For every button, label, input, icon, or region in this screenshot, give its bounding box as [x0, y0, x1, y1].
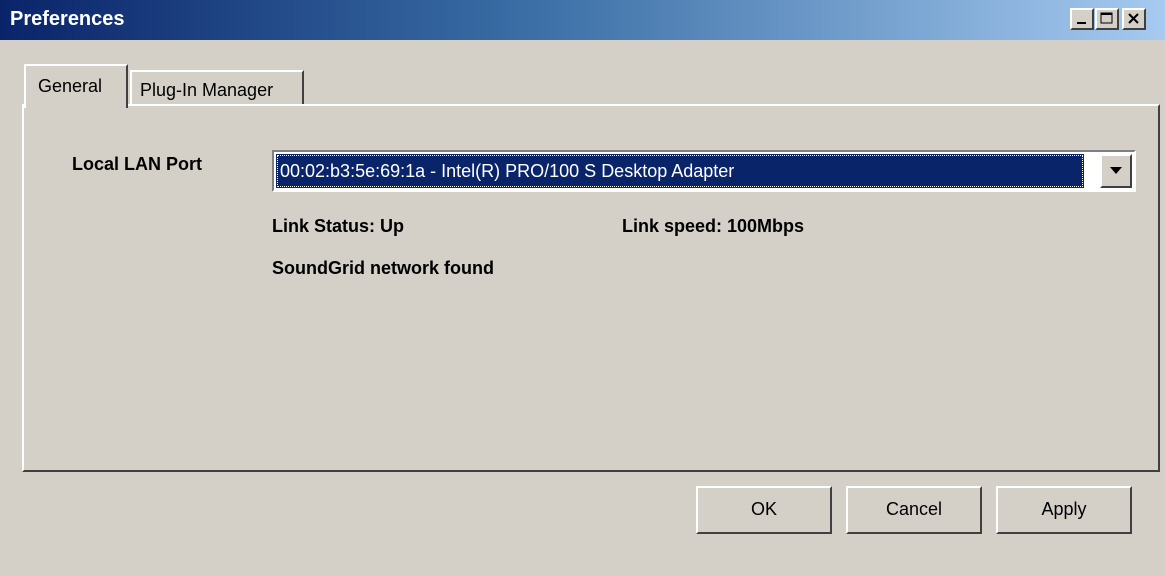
network-status: SoundGrid network found: [272, 258, 494, 278]
minimize-button[interactable]: [1070, 8, 1094, 30]
lan-port-label: Local LAN Port: [72, 154, 203, 174]
window-title: Preferences: [10, 8, 125, 30]
chevron-down-icon: [1110, 167, 1122, 174]
link-speed: Link speed: 100Mbps: [622, 216, 805, 236]
lan-port-select[interactable]: 00:02:b3:5e:69:1a - Intel(R) PRO/100 S D…: [272, 150, 1136, 192]
tab-general[interactable]: General: [24, 64, 128, 108]
lan-port-dropdown-button[interactable]: [1100, 154, 1132, 188]
general-panel: Local LAN Port 00:02:b3:5e:69:1a - Intel…: [22, 104, 1160, 472]
close-button[interactable]: [1122, 8, 1146, 30]
cancel-button[interactable]: Cancel: [846, 486, 982, 534]
maximize-icon: [1100, 12, 1113, 24]
apply-button[interactable]: Apply: [996, 486, 1132, 534]
close-icon: [1128, 13, 1139, 24]
tab-general-label: General: [38, 76, 103, 96]
tab-plugin-manager-label: Plug-In Manager: [140, 80, 274, 100]
tab-plugin-manager[interactable]: Plug-In Manager: [130, 70, 304, 106]
preferences-window: Preferences General Plug-In Manager Loca…: [0, 0, 1165, 576]
minimize-icon: [1077, 22, 1086, 24]
ok-button[interactable]: OK: [696, 486, 832, 534]
lan-port-value[interactable]: 00:02:b3:5e:69:1a - Intel(R) PRO/100 S D…: [276, 154, 1084, 188]
link-status: Link Status: Up: [272, 216, 405, 236]
maximize-button[interactable]: [1095, 8, 1119, 30]
title-bar[interactable]: Preferences: [0, 0, 1165, 40]
